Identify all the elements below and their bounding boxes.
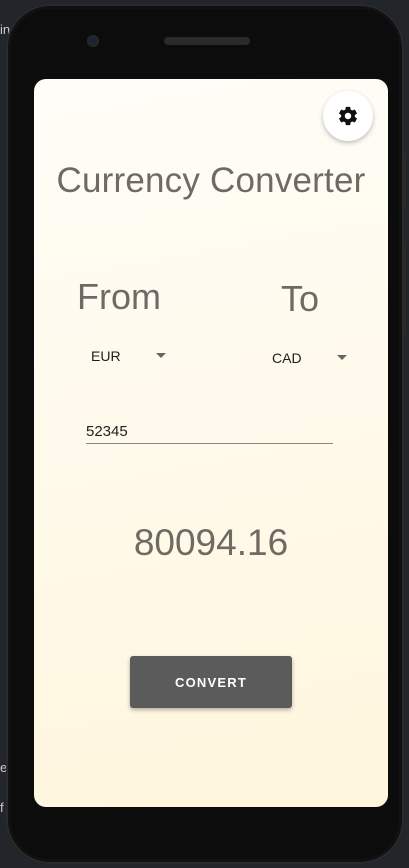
- convert-button[interactable]: CONVERT: [130, 656, 292, 708]
- volume-button: [402, 244, 406, 334]
- from-label: From: [77, 276, 161, 317]
- front-camera: [88, 36, 98, 46]
- settings-button[interactable]: [323, 91, 373, 141]
- to-currency-select[interactable]: CAD: [272, 345, 352, 371]
- to-label: To: [281, 278, 320, 319]
- from-currency-value: EUR: [91, 348, 121, 364]
- earpiece-speaker: [164, 37, 250, 45]
- conversion-result: 80094.16: [133, 522, 289, 563]
- app-screen: Currency Converter From To EUR CAD 80094…: [34, 79, 388, 807]
- amount-input[interactable]: [86, 419, 333, 444]
- power-button: [402, 154, 406, 208]
- chevron-down-icon: [337, 355, 347, 360]
- chevron-down-icon: [156, 353, 166, 358]
- gear-icon: [339, 106, 357, 126]
- to-currency-value: CAD: [272, 350, 302, 366]
- page-title: Currency Converter: [56, 161, 366, 200]
- phone-frame: Currency Converter From To EUR CAD 80094…: [6, 4, 406, 864]
- background-text: f: [0, 800, 4, 815]
- from-currency-select[interactable]: EUR: [91, 343, 171, 369]
